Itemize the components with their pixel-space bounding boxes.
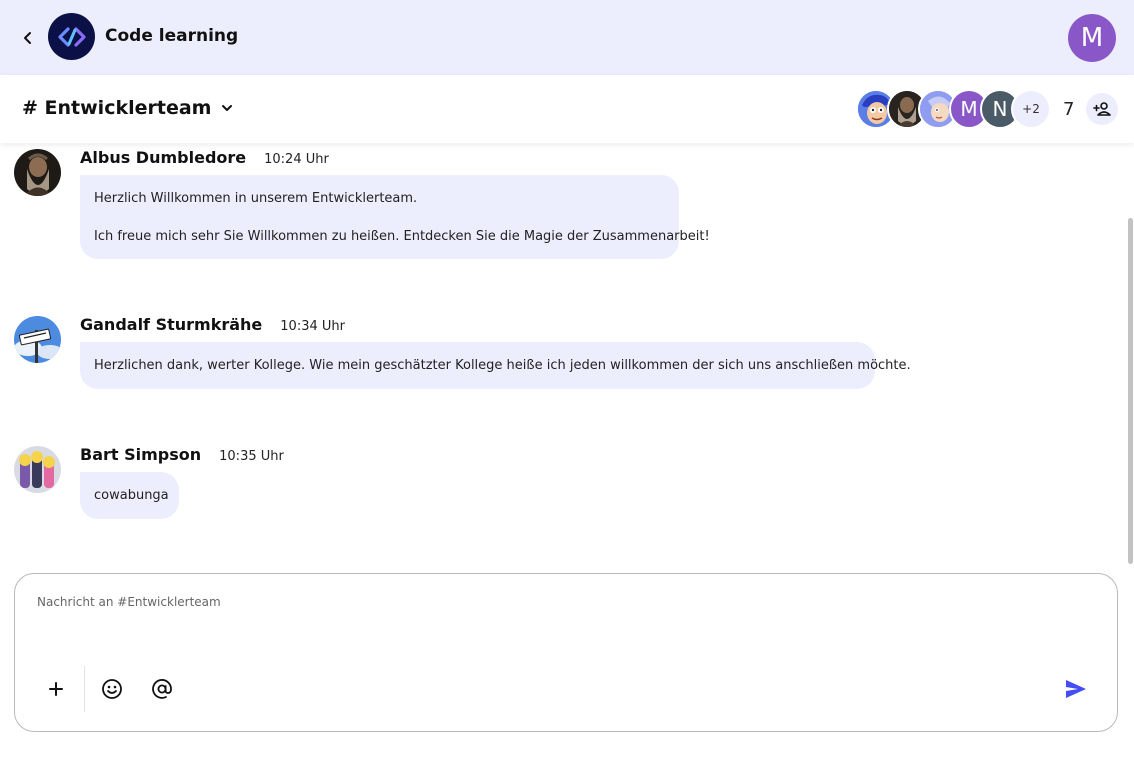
message-composer — [14, 573, 1118, 732]
avatar — [14, 316, 61, 363]
message-line: Herzlich Willkommen in unserem Entwickle… — [94, 191, 418, 206]
toolbar-divider — [84, 666, 85, 712]
mention-button[interactable] — [144, 671, 180, 707]
app-title: Code learning — [105, 26, 239, 46]
at-sign-icon — [152, 679, 172, 699]
message-item: Albus Dumbledore 10:24 Uhr Herzlich Will… — [14, 143, 1114, 273]
channel-name: # Entwicklerteam — [22, 97, 212, 119]
smiley-icon — [102, 679, 122, 699]
app-logo — [48, 13, 95, 60]
member-initial: N — [992, 97, 1008, 121]
app-header: Code learning M — [0, 0, 1134, 75]
plus-icon — [49, 682, 63, 696]
message-line: Herzlichen dank, werter Kollege. Wie mei… — [94, 358, 911, 373]
message-author[interactable]: Bart Simpson — [80, 445, 201, 464]
message-input[interactable] — [35, 594, 1039, 610]
message-header: Bart Simpson 10:35 Uhr — [80, 445, 284, 464]
message-author[interactable]: Gandalf Sturmkrähe — [80, 315, 262, 334]
send-icon — [1066, 680, 1086, 698]
road-sign-sky-icon — [14, 316, 61, 363]
more-members-badge: +2 — [1011, 89, 1051, 129]
user-avatar[interactable]: M — [1068, 14, 1116, 62]
cartoon-group-icon — [14, 446, 61, 493]
channel-selector[interactable]: # Entwicklerteam — [22, 97, 233, 119]
message-bubble: Herzlich Willkommen in unserem Entwickle… — [80, 175, 710, 259]
chevron-down-icon — [222, 105, 233, 111]
message-time: 10:24 Uhr — [264, 152, 329, 167]
message-time: 10:34 Uhr — [280, 319, 345, 334]
channel-header: # Entwicklerteam M N +2 7 — [0, 75, 1134, 143]
send-button[interactable] — [1058, 671, 1094, 707]
add-attachment-button[interactable] — [38, 671, 74, 707]
message-header: Gandalf Sturmkrähe 10:34 Uhr — [80, 315, 345, 334]
message-time: 10:35 Uhr — [219, 449, 284, 464]
avatar — [14, 446, 61, 493]
message-bubble: cowabunga — [80, 472, 179, 519]
message-line: cowabunga — [94, 488, 169, 503]
avatar — [14, 149, 61, 196]
message-item: Gandalf Sturmkrähe 10:34 Uhr Herzlichen … — [14, 310, 1114, 400]
message-author[interactable]: Albus Dumbledore — [80, 148, 246, 167]
message-item: Bart Simpson 10:35 Uhr cowabunga — [14, 440, 1114, 530]
add-member-button[interactable] — [1086, 93, 1118, 125]
code-link-icon — [57, 26, 86, 47]
message-line: Ich freue mich sehr Sie Willkommen zu he… — [94, 229, 710, 244]
emoji-button[interactable] — [94, 671, 130, 707]
message-header: Albus Dumbledore 10:24 Uhr — [80, 148, 329, 167]
person-add-icon — [1093, 102, 1111, 116]
back-button[interactable] — [14, 24, 42, 52]
wizard-portrait-icon — [14, 149, 61, 196]
member-count: 7 — [1063, 98, 1075, 120]
message-list[interactable]: Albus Dumbledore 10:24 Uhr Herzlich Will… — [0, 143, 1126, 571]
message-bubble: Herzlichen dank, werter Kollege. Wie mei… — [80, 342, 911, 389]
member-initial: M — [960, 97, 978, 121]
channel-members[interactable]: M N +2 7 — [856, 89, 1075, 129]
message-scrollbar[interactable] — [1128, 218, 1133, 564]
chevron-left-icon — [24, 32, 31, 44]
message-line — [94, 208, 665, 227]
